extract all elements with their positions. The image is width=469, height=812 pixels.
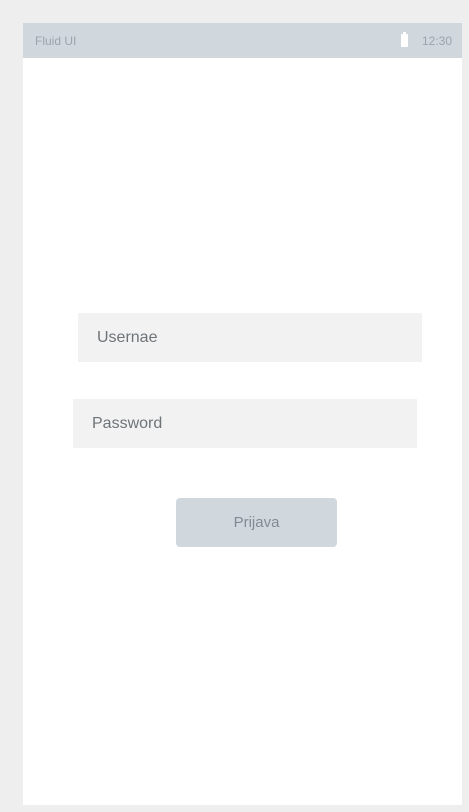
status-indicators: 12:30 bbox=[400, 32, 452, 48]
login-button[interactable]: Prijava bbox=[176, 498, 337, 547]
phone-screen: Fluid UI 12:30 Prijava bbox=[23, 23, 462, 805]
app-name: Fluid UI bbox=[35, 33, 77, 48]
battery-icon bbox=[400, 32, 408, 47]
username-input[interactable] bbox=[78, 313, 422, 362]
password-input[interactable] bbox=[73, 399, 417, 448]
status-bar: Fluid UI 12:30 bbox=[23, 23, 462, 58]
status-time: 12:30 bbox=[421, 33, 452, 48]
